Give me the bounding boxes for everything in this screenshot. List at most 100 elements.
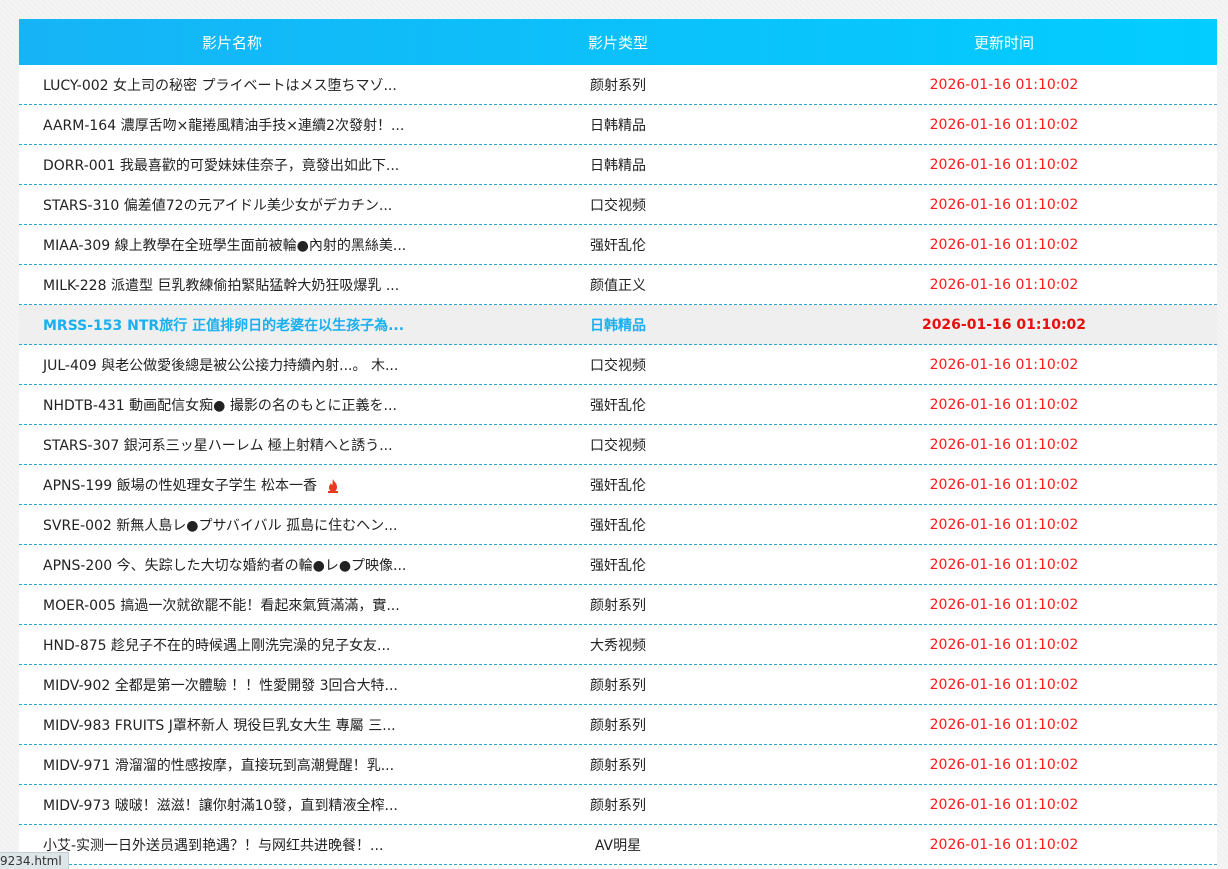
video-title-link[interactable]: APNS-199 飯場の性処理女子学生 松本一香 xyxy=(19,475,445,495)
video-title-link[interactable]: MIDV-902 全都是第一次體驗 ！！性愛開發 3回合大特... xyxy=(19,675,445,695)
video-title-text: APNS-199 飯場の性処理女子学生 松本一香 xyxy=(43,477,318,494)
video-type: 颜射系列 xyxy=(590,717,646,734)
video-title-text: MIDV-983 FRUITS J罩杯新人 現役巨乳女大生 專屬 三... xyxy=(43,717,396,734)
update-time: 2026-01-16 01:10:02 xyxy=(929,116,1079,133)
video-title-text: JUL-409 與老公做愛後總是被公公接力持續內射...。 木... xyxy=(43,357,399,374)
update-time: 2026-01-16 01:10:02 xyxy=(921,316,1087,333)
video-title-link[interactable]: 小艾-实测一日外送员遇到艳遇？！与网红共进晚餐！... xyxy=(19,835,445,855)
update-time: 2026-01-16 01:10:02 xyxy=(929,156,1079,173)
video-type: 口交视频 xyxy=(590,197,646,214)
table-row[interactable]: MIAA-309 線上教學在全班學生面前被輪●內射的黑絲美... 强奸乱伦 2026… xyxy=(19,225,1217,265)
table-header: 影片名称 影片类型 更新时间 xyxy=(19,19,1217,65)
table-row[interactable]: MIDV-983 FRUITS J罩杯新人 現役巨乳女大生 專屬 三... 颜射系… xyxy=(19,705,1217,745)
video-title-link[interactable]: MIAA-309 線上教學在全班學生面前被輪●內射的黑絲美... xyxy=(19,235,445,255)
video-title-link[interactable]: JUL-409 與老公做愛後總是被公公接力持續內射...。 木... xyxy=(19,355,445,375)
update-time: 2026-01-16 01:10:02 xyxy=(929,836,1079,853)
table-row[interactable]: MRSS-153 NTR旅行 正值排卵日的老婆在以生孩子為... 日韩精品 2026… xyxy=(19,305,1217,345)
video-type: 日韩精品 xyxy=(590,117,646,134)
update-time: 2026-01-16 01:10:02 xyxy=(929,596,1079,613)
table-row[interactable]: LUCY-002 女上司の秘密 プライベートはメス堕ちマゾ... 颜射系列 2026… xyxy=(19,65,1217,105)
table-row[interactable]: NHDTB-431 動画配信女痴● 撮影の名のもとに正義を... 强奸乱伦 2026… xyxy=(19,385,1217,425)
table-row[interactable]: STARS-310 偏差値72の元アイドル美少女がデカチン... 口交视频 2026… xyxy=(19,185,1217,225)
video-title-link[interactable]: MIDV-983 FRUITS J罩杯新人 現役巨乳女大生 專屬 三... xyxy=(19,715,445,735)
video-title-text: MIAA-309 線上教學在全班學生面前被輪●內射的黑絲美... xyxy=(43,237,407,254)
table-row[interactable]: 小艾-实测一日外送员遇到艳遇？！与网红共进晚餐！... AV明星 2026-01-1… xyxy=(19,825,1217,865)
video-type: 颜射系列 xyxy=(590,677,646,694)
status-bar-url: 9234.html xyxy=(0,852,69,869)
header-time: 更新时间 xyxy=(973,33,1034,52)
video-title-text: MRSS-153 NTR旅行 正值排卵日的老婆在以生孩子為... xyxy=(43,317,405,334)
video-type: 口交视频 xyxy=(590,437,646,454)
table-row[interactable]: DORR-001 我最喜歡的可愛妹妹佳奈子，竟發出如此下... 日韩精品 2026-… xyxy=(19,145,1217,185)
video-title-link[interactable]: STARS-310 偏差値72の元アイドル美少女がデカチン... xyxy=(19,195,445,215)
video-title-text: LUCY-002 女上司の秘密 プライベートはメス堕ちマゾ... xyxy=(43,77,397,94)
update-time: 2026-01-16 01:10:02 xyxy=(929,756,1079,773)
table-body: LUCY-002 女上司の秘密 プライベートはメス堕ちマゾ... 颜射系列 2026… xyxy=(19,65,1217,865)
video-title-text: STARS-307 銀河系三ッ星ハーレム 極上射精へと誘う... xyxy=(43,437,393,454)
video-type: 强奸乱伦 xyxy=(590,557,646,574)
video-type: 日韩精品 xyxy=(590,157,646,174)
video-title-link[interactable]: AARM-164 濃厚舌吻×龍捲風精油手技×連續2次發射！... xyxy=(19,115,445,135)
video-title-link[interactable]: STARS-307 銀河系三ッ星ハーレム 極上射精へと誘う... xyxy=(19,435,445,455)
video-title-link[interactable]: MIDV-971 滑溜溜的性感按摩，直接玩到高潮覺醒！乳... xyxy=(19,755,445,775)
update-time: 2026-01-16 01:10:02 xyxy=(929,196,1079,213)
update-time: 2026-01-16 01:10:02 xyxy=(929,636,1079,653)
video-type: 口交视频 xyxy=(590,357,646,374)
video-type: 颜射系列 xyxy=(590,597,646,614)
update-time: 2026-01-16 01:10:02 xyxy=(929,356,1079,373)
header-title: 影片名称 xyxy=(201,33,262,52)
update-time: 2026-01-16 01:10:02 xyxy=(929,436,1079,453)
video-title-text: APNS-200 今、失踪した大切な婚約者の輪●レ●プ映像... xyxy=(43,557,407,574)
table-row[interactable]: JUL-409 與老公做愛後總是被公公接力持續內射...。 木... 口交视频 20… xyxy=(19,345,1217,385)
video-title-text: MOER-005 搞過一次就欲罷不能！看起來氣質滿滿，實... xyxy=(43,597,400,614)
hot-flame-icon xyxy=(328,478,339,493)
video-title-text: MIDV-902 全都是第一次體驗 ！！性愛開發 3回合大特... xyxy=(43,677,398,694)
update-time: 2026-01-16 01:10:02 xyxy=(929,276,1079,293)
video-title-text: STARS-310 偏差値72の元アイドル美少女がデカチン... xyxy=(43,197,393,214)
video-title-text: SVRE-002 新無人島レ●プサバイバル 孤島に住むヘン... xyxy=(43,517,398,534)
table-row[interactable]: MOER-005 搞過一次就欲罷不能！看起來氣質滿滿，實... 颜射系列 2026-… xyxy=(19,585,1217,625)
video-title-link[interactable]: DORR-001 我最喜歡的可愛妹妹佳奈子，竟發出如此下... xyxy=(19,155,445,175)
video-type: 大秀视频 xyxy=(590,637,646,654)
video-type: 颜值正义 xyxy=(590,277,646,294)
table-row[interactable]: MIDV-902 全都是第一次體驗 ！！性愛開發 3回合大特... 颜射系列 202… xyxy=(19,665,1217,705)
table-row[interactable]: MIDV-973 啵啵！滋滋！讓你射滿10發，直到精液全榨... 颜射系列 2026… xyxy=(19,785,1217,825)
video-title-link[interactable]: LUCY-002 女上司の秘密 プライベートはメス堕ちマゾ... xyxy=(19,75,445,95)
update-time: 2026-01-16 01:10:02 xyxy=(929,796,1079,813)
video-type: 强奸乱伦 xyxy=(590,237,646,254)
video-title-text: MIDV-971 滑溜溜的性感按摩，直接玩到高潮覺醒！乳... xyxy=(43,757,395,774)
header-type: 影片类型 xyxy=(587,33,648,52)
update-time: 2026-01-16 01:10:02 xyxy=(929,236,1079,253)
video-type: 日韩精品 xyxy=(590,317,646,334)
video-title-link[interactable]: APNS-200 今、失踪した大切な婚約者の輪●レ●プ映像... xyxy=(19,555,445,575)
table-row[interactable]: MILK-228 派遣型 巨乳教練偷拍緊貼猛幹大奶狂吸爆乳 ... 颜值正义 202… xyxy=(19,265,1217,305)
video-title-link[interactable]: MIDV-973 啵啵！滋滋！讓你射滿10發，直到精液全榨... xyxy=(19,795,445,815)
table-row[interactable]: STARS-307 銀河系三ッ星ハーレム 極上射精へと誘う... 口交视频 2026… xyxy=(19,425,1217,465)
table-row[interactable]: AARM-164 濃厚舌吻×龍捲風精油手技×連續2次發射！... 日韩精品 2026… xyxy=(19,105,1217,145)
video-title-link[interactable]: MRSS-153 NTR旅行 正值排卵日的老婆在以生孩子為... xyxy=(19,315,445,335)
video-title-text: MIDV-973 啵啵！滋滋！讓你射滿10發，直到精液全榨... xyxy=(43,797,398,814)
video-title-text: NHDTB-431 動画配信女痴● 撮影の名のもとに正義を... xyxy=(43,397,397,414)
update-time: 2026-01-16 01:10:02 xyxy=(929,76,1079,93)
video-title-text: DORR-001 我最喜歡的可愛妹妹佳奈子，竟發出如此下... xyxy=(43,157,400,174)
table-row[interactable]: MIDV-971 滑溜溜的性感按摩，直接玩到高潮覺醒！乳... 颜射系列 2026-… xyxy=(19,745,1217,785)
update-time: 2026-01-16 01:10:02 xyxy=(929,396,1079,413)
video-title-text: MILK-228 派遣型 巨乳教練偷拍緊貼猛幹大奶狂吸爆乳 ... xyxy=(43,277,400,294)
video-title-text: AARM-164 濃厚舌吻×龍捲風精油手技×連續2次發射！... xyxy=(43,117,405,134)
video-type: 颜射系列 xyxy=(590,757,646,774)
update-time: 2026-01-16 01:10:02 xyxy=(929,716,1079,733)
video-title-link[interactable]: NHDTB-431 動画配信女痴● 撮影の名のもとに正義を... xyxy=(19,395,445,415)
video-title-link[interactable]: HND-875 趁兒子不在的時候遇上剛洗完澡的兒子女友... xyxy=(19,635,445,655)
table-row[interactable]: SVRE-002 新無人島レ●プサバイバル 孤島に住むヘン... 强奸乱伦 2026… xyxy=(19,505,1217,545)
table-row[interactable]: APNS-200 今、失踪した大切な婚約者の輪●レ●プ映像... 强奸乱伦 2026… xyxy=(19,545,1217,585)
video-type: 颜射系列 xyxy=(590,77,646,94)
video-title-link[interactable]: MOER-005 搞過一次就欲罷不能！看起來氣質滿滿，實... xyxy=(19,595,445,615)
video-type: 强奸乱伦 xyxy=(590,477,646,494)
video-title-text: 小艾-实测一日外送员遇到艳遇？！与网红共进晚餐！... xyxy=(43,837,384,854)
video-table: 影片名称 影片类型 更新时间 LUCY-002 女上司の秘密 プライベートはメス… xyxy=(19,19,1217,869)
table-row[interactable]: HND-875 趁兒子不在的時候遇上剛洗完澡的兒子女友... 大秀视频 2026-0… xyxy=(19,625,1217,665)
table-row[interactable]: APNS-199 飯場の性処理女子学生 松本一香 强奸乱伦 2026-01-16 0… xyxy=(19,465,1217,505)
video-title-link[interactable]: MILK-228 派遣型 巨乳教練偷拍緊貼猛幹大奶狂吸爆乳 ... xyxy=(19,275,445,295)
video-title-link[interactable]: SVRE-002 新無人島レ●プサバイバル 孤島に住むヘン... xyxy=(19,515,445,535)
update-time: 2026-01-16 01:10:02 xyxy=(929,476,1079,493)
